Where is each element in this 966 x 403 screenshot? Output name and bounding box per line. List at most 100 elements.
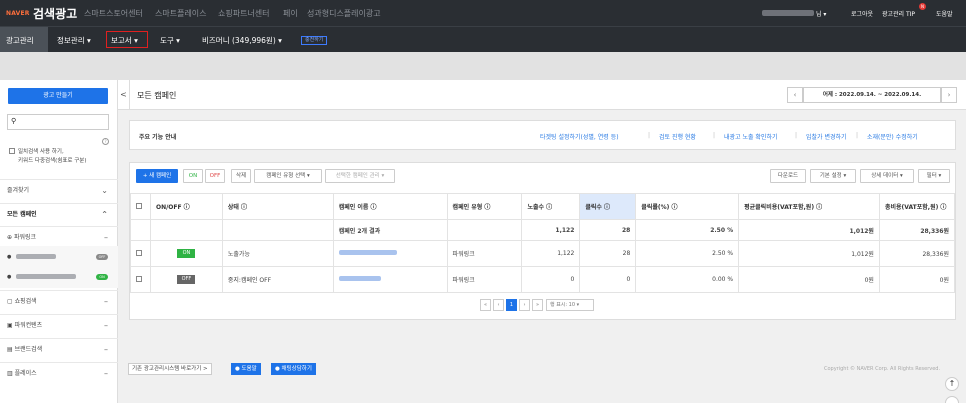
divider: | xyxy=(713,132,716,139)
campaign-name-link-blurred[interactable] xyxy=(338,276,381,281)
campaign-toggle-off[interactable]: OFF xyxy=(96,254,108,260)
col-total-cost[interactable]: 총비용(VAT포함,원) ⓘ xyxy=(878,193,956,220)
col-impressions[interactable]: 노출수 ⓘ xyxy=(521,193,581,220)
select-all-checkbox[interactable] xyxy=(136,202,142,209)
search-icon: ⚲ xyxy=(11,117,17,125)
row-toggle-off[interactable]: OFF xyxy=(177,275,196,284)
row-toggle-on[interactable]: ON xyxy=(177,249,196,258)
collapse-icon[interactable]: – xyxy=(104,291,108,313)
nav-display-ad[interactable]: 성과형디스플레이광고 xyxy=(307,8,381,19)
summary-cpc: 1,012원 xyxy=(738,219,880,241)
speech-bubble-icon: ▣ xyxy=(7,322,15,329)
summary-empty xyxy=(446,219,523,241)
sidebar-item-powerlink[interactable]: ⊕ 파워링크 – xyxy=(0,226,118,248)
tab-report[interactable]: 보고서 ▾ xyxy=(106,31,148,48)
col-clicks[interactable]: 클릭수 ⓘ xyxy=(579,193,637,220)
sidebar-item-powercontents[interactable]: ▣ 파워컨텐츠 – xyxy=(0,314,118,336)
bulk-on-button[interactable]: ON xyxy=(183,169,203,183)
bulk-off-button[interactable]: OFF xyxy=(205,169,225,183)
selected-campaign-manage[interactable]: 선택한 캠페인 관리 ▾ xyxy=(325,169,395,183)
sub-nav: 광고관리 정보관리 ▾ 보고서 ▾ 도구 ▾ 비즈머니 (349,996원) ▾… xyxy=(0,26,966,53)
rows-per-page-select[interactable]: 행 표시: 10 ▾ xyxy=(546,299,594,311)
tab-ad-manage[interactable]: 광고관리 xyxy=(0,27,48,53)
tab-info-manage[interactable]: 정보관리 ▾ xyxy=(57,35,91,46)
page-next-button[interactable]: › xyxy=(519,299,530,311)
store-icon: ▥ xyxy=(7,370,15,377)
tip-new-badge: N xyxy=(919,3,926,10)
delete-button[interactable]: 삭제 xyxy=(231,169,251,183)
scroll-button-partial[interactable] xyxy=(945,396,959,403)
detail-data-select[interactable]: 상세 데이터 ▾ xyxy=(860,169,914,183)
campaign-type-select[interactable]: 캠페인 유형 선택 ▾ xyxy=(254,169,322,183)
nav-pay[interactable]: 페이 xyxy=(283,8,298,19)
help-link[interactable]: 도움말 xyxy=(936,9,953,18)
date-prev-button[interactable]: ‹ xyxy=(787,87,803,103)
ad-tip-link[interactable]: 광고관리 TIP xyxy=(882,9,915,18)
row-cost: 28,336원 xyxy=(878,240,956,267)
page-last-button[interactable]: » xyxy=(532,299,543,311)
campaign-toggle-on[interactable]: ON xyxy=(96,274,108,280)
row-checkbox[interactable] xyxy=(136,249,142,256)
sidebar-item-shopping[interactable]: ▢ 쇼핑검색 – xyxy=(0,290,118,312)
filter-select[interactable]: 필터 ▾ xyxy=(918,169,950,183)
guide-link-bid[interactable]: 입찰가 변경하기 xyxy=(806,132,847,141)
guide-link-review[interactable]: 검토 진행 현황 xyxy=(659,132,696,141)
campaign-name-link-blurred[interactable] xyxy=(338,250,397,255)
col-onoff[interactable]: ON/OFF ⓘ xyxy=(149,193,223,220)
charge-button[interactable]: 충전하기 xyxy=(301,36,328,45)
help-button[interactable]: ● 도움말 xyxy=(231,363,261,375)
chat-consult-button[interactable]: ● 채팅상담하기 xyxy=(271,363,316,375)
document-icon: ▤ xyxy=(7,346,15,353)
summary-empty xyxy=(149,219,223,241)
tab-tools[interactable]: 도구 ▾ xyxy=(160,35,180,46)
user-menu[interactable]: 님 ▾ xyxy=(816,9,826,18)
exact-match-checkbox[interactable] xyxy=(9,148,15,154)
row-toggle-cell: OFF xyxy=(149,266,223,293)
logout-link[interactable]: 로그아웃 xyxy=(851,9,873,18)
nav-shopping-partner[interactable]: 쇼핑파트너센터 xyxy=(218,8,270,19)
divider: | xyxy=(648,132,651,139)
tab-bizmoney[interactable]: 비즈머니 (349,996원) ▾ xyxy=(202,35,282,46)
guide-link-targeting[interactable]: 타겟팅 설정하기(성별, 연령 등) xyxy=(540,132,619,141)
collapse-icon[interactable]: – xyxy=(104,339,108,361)
page-title: 모든 캠페인 xyxy=(137,91,177,100)
campaign-name-blurred xyxy=(16,274,76,279)
help-question-icon[interactable]: ? xyxy=(102,138,109,145)
download-button[interactable]: 다운로드 xyxy=(770,169,806,183)
collapse-icon[interactable]: – xyxy=(104,315,108,337)
sidebar-item-place[interactable]: ▥ 플레이스 – xyxy=(0,362,118,384)
date-next-button[interactable]: › xyxy=(941,87,957,103)
legacy-system-link[interactable]: 기존 광고관리시스템 바로가기 > xyxy=(128,363,212,375)
create-ad-button[interactable]: 광고 만들기 xyxy=(8,88,108,104)
col-status[interactable]: 상태 ⓘ xyxy=(221,193,334,220)
all-campaigns-item[interactable]: 모든 캠페인 ⌃ xyxy=(0,203,118,225)
scroll-top-button[interactable]: ↑ xyxy=(945,377,959,391)
page-first-button[interactable]: « xyxy=(480,299,491,311)
col-avg-cpc[interactable]: 평균클릭비용(VAT포함,원) ⓘ xyxy=(738,193,880,220)
col-ctr[interactable]: 클릭률(%) ⓘ xyxy=(635,193,740,220)
favorites-item[interactable]: 즐겨찾기 ⌄ xyxy=(0,179,118,201)
sidebar-item-brandsearch[interactable]: ▤ 브랜드검색 – xyxy=(0,338,118,360)
table-row: OFF 중지:캠페인 OFF 파워링크 0 0 0.00 % 0원 0원 xyxy=(130,266,956,293)
row-cost: 0원 xyxy=(878,266,956,293)
sidebar-campaign-2[interactable]: ● ON xyxy=(0,266,118,288)
col-campaign-name[interactable]: 캠페인 이름 ⓘ xyxy=(332,193,448,220)
nav-smartstore[interactable]: 스마트스토어센터 xyxy=(84,8,143,19)
sidebar-campaign-1[interactable]: ● OFF xyxy=(0,246,118,268)
date-range[interactable]: 어제 : 2022.09.14. ~ 2022.09.14. xyxy=(803,87,941,103)
nav-smartplace[interactable]: 스마트플레이스 xyxy=(155,8,207,19)
all-campaigns-label: 모든 캠페인 xyxy=(7,211,37,218)
new-campaign-button[interactable]: + 새 캠페인 xyxy=(136,169,178,183)
page-current[interactable]: 1 xyxy=(506,299,517,311)
collapse-icon[interactable]: – xyxy=(104,363,108,385)
guide-link-creative[interactable]: 소재(문안) 수정하기 xyxy=(867,132,918,141)
row-checkbox[interactable] xyxy=(136,275,142,282)
page-prev-button[interactable]: ‹ xyxy=(493,299,504,311)
collapse-sidebar-button[interactable]: < xyxy=(118,80,130,110)
naver-logo[interactable]: NAVER xyxy=(6,10,30,17)
sidebar-search-input[interactable]: ⚲ xyxy=(7,114,109,130)
col-campaign-type[interactable]: 캠페인 유형 ⓘ xyxy=(446,193,523,220)
default-setting-select[interactable]: 기본 설정 ▾ xyxy=(810,169,856,183)
search-ad-title[interactable]: 검색광고 xyxy=(33,5,77,22)
guide-link-exposure[interactable]: 내광고 노출 확인하기 xyxy=(724,132,778,141)
